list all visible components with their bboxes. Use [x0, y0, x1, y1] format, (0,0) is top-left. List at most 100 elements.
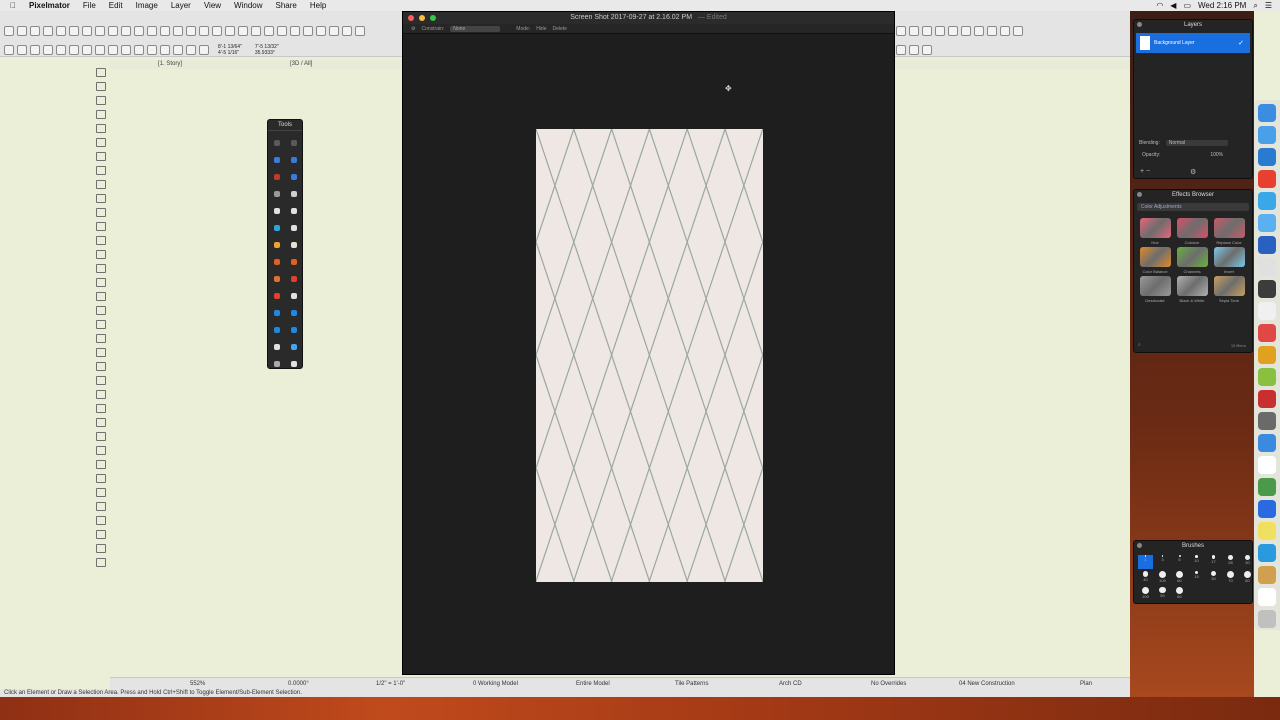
toolbox-tool-icon[interactable]: [95, 138, 106, 147]
toolbar-tool-icon[interactable]: [147, 45, 157, 55]
toolbox-tool-icon[interactable]: [95, 166, 106, 175]
toolbar-tool-icon[interactable]: [173, 26, 183, 36]
renovation-select[interactable]: 04 New Construction: [959, 681, 1015, 687]
effect-thumbnail[interactable]: Invert: [1211, 247, 1247, 274]
toolbar-tool-icon[interactable]: [82, 45, 92, 55]
toolbox-tool-icon[interactable]: [95, 152, 106, 161]
brush-preset[interactable]: 15: [1189, 571, 1204, 585]
pixelmator-tool-icon[interactable]: [273, 326, 280, 333]
toolbox-tool-icon[interactable]: [95, 180, 106, 189]
dock-app-icon[interactable]: [1258, 610, 1276, 628]
toolbar-tool-icon[interactable]: [974, 26, 984, 36]
toolbox-tool-icon[interactable]: [95, 236, 106, 245]
toolbox-tool-icon[interactable]: [95, 264, 106, 273]
pixelmator-tool-icon[interactable]: [273, 224, 280, 231]
toolbox-tool-icon[interactable]: [95, 194, 106, 203]
toolbox-tool-icon[interactable]: [95, 474, 106, 483]
toolbar-tool-icon[interactable]: [108, 45, 118, 55]
toolbox-tool-icon[interactable]: [95, 488, 106, 497]
brush-preset[interactable]: 17: [1206, 555, 1221, 569]
toolbar-tool-icon[interactable]: [108, 26, 118, 36]
dock-app-icon[interactable]: [1258, 500, 1276, 518]
override-select[interactable]: No Overrides: [871, 681, 906, 687]
search-icon[interactable]: ⌕: [1253, 1, 1257, 11]
toolbar-tool-icon[interactable]: [987, 26, 997, 36]
toolbar-tool-icon[interactable]: [329, 26, 339, 36]
toolbar-tool-icon[interactable]: [948, 26, 958, 36]
brush-preset[interactable]: 100: [1155, 571, 1170, 585]
pixelmator-tool-icon[interactable]: [290, 292, 297, 299]
arrow-tool-icon[interactable]: [95, 68, 106, 77]
toolbox-tool-icon[interactable]: [95, 250, 106, 259]
pixelmator-tool-icon[interactable]: [273, 190, 280, 197]
menu-edit[interactable]: Edit: [109, 1, 123, 10]
toolbar-tool-icon[interactable]: [69, 45, 79, 55]
toolbar-tool-icon[interactable]: [186, 26, 196, 36]
model-select[interactable]: 0 Working Model: [473, 681, 518, 687]
pixelmator-tool-icon[interactable]: [273, 207, 280, 214]
toolbar-tool-icon[interactable]: [82, 26, 92, 36]
blending-select[interactable]: Normal: [1165, 140, 1228, 146]
dock-app-icon[interactable]: [1258, 104, 1276, 122]
pixelmator-tool-icon[interactable]: [290, 207, 297, 214]
toolbar-tool-icon[interactable]: [147, 26, 157, 36]
dock-app-icon[interactable]: [1258, 280, 1276, 298]
layer-row[interactable]: Background Layer ✓: [1136, 33, 1250, 53]
brush-preset[interactable]: 60: [1240, 571, 1255, 585]
tab-story[interactable]: [1. Story]: [158, 61, 182, 67]
effects-category-select[interactable]: Color Adjustments: [1137, 203, 1249, 211]
pixelmator-tool-icon[interactable]: [290, 224, 297, 231]
menu-layer[interactable]: Layer: [171, 1, 191, 10]
pixelmator-tool-icon[interactable]: [273, 275, 280, 282]
toolbar-tool-icon[interactable]: [909, 45, 919, 55]
toolbar-tool-icon[interactable]: [199, 26, 209, 36]
layer-combo-select[interactable]: Entire Model: [576, 681, 610, 687]
brush-preset[interactable]: 80: [1172, 587, 1187, 601]
zoom-level[interactable]: 552%: [190, 681, 205, 687]
effect-thumbnail[interactable]: Colorize: [1174, 218, 1210, 245]
close-button[interactable]: [408, 15, 414, 21]
toolbar-tool-icon[interactable]: [316, 26, 326, 36]
brush-preset[interactable]: 1: [1138, 555, 1153, 569]
pixelmator-tool-icon[interactable]: [290, 258, 297, 265]
toolbox-tool-icon[interactable]: [95, 516, 106, 525]
toolbox-tool-icon[interactable]: [95, 208, 106, 217]
effect-thumbnail[interactable]: Hue: [1137, 218, 1173, 245]
brush-preset[interactable]: 40: [1138, 571, 1153, 585]
toolbox-tool-icon[interactable]: [95, 124, 106, 133]
brush-preset[interactable]: 50: [1155, 587, 1170, 601]
brush-preset[interactable]: 30: [1240, 555, 1255, 569]
toolbox-tool-icon[interactable]: [95, 348, 106, 357]
pixelmator-tool-icon[interactable]: [290, 156, 297, 163]
toolbar-tool-icon[interactable]: [173, 45, 183, 55]
pixelmator-tool-icon[interactable]: [290, 139, 297, 146]
opacity-value[interactable]: 100%: [1210, 152, 1223, 158]
pixelmator-tool-icon[interactable]: [290, 173, 297, 180]
brush-preset[interactable]: 10: [1189, 555, 1204, 569]
toolbar-tool-icon[interactable]: [4, 45, 14, 55]
dock-app-icon[interactable]: [1258, 456, 1276, 474]
pixelmator-tool-icon[interactable]: [273, 360, 280, 367]
dock-app-icon[interactable]: [1258, 368, 1276, 386]
toolbar-tool-icon[interactable]: [160, 26, 170, 36]
pixelmator-tool-icon[interactable]: [290, 190, 297, 197]
pixelmator-tool-icon[interactable]: [290, 309, 297, 316]
toolbar-tool-icon[interactable]: [43, 26, 53, 36]
toolbox-tool-icon[interactable]: [95, 446, 106, 455]
pixelmator-tool-icon[interactable]: [273, 241, 280, 248]
effects-search-icon[interactable]: ⌕: [1138, 342, 1141, 348]
toolbar-tool-icon[interactable]: [30, 26, 40, 36]
toolbar-tool-icon[interactable]: [212, 26, 222, 36]
pen-set-select[interactable]: Arch CD: [779, 681, 802, 687]
wifi-icon[interactable]: ◠: [1156, 1, 1163, 10]
toolbar-tool-icon[interactable]: [251, 26, 261, 36]
toolbar-tool-icon[interactable]: [121, 45, 131, 55]
toolbar-tool-icon[interactable]: [225, 26, 235, 36]
brush-preset[interactable]: 60: [1172, 571, 1187, 585]
effect-thumbnail[interactable]: Desaturate: [1137, 276, 1173, 303]
menu-help[interactable]: Help: [310, 1, 326, 10]
toolbar-tool-icon[interactable]: [1000, 26, 1010, 36]
battery-icon[interactable]: ▭: [1183, 1, 1191, 10]
visibility-checkbox-icon[interactable]: ✓: [1238, 39, 1244, 47]
brush-preset[interactable]: 100: [1138, 587, 1153, 601]
